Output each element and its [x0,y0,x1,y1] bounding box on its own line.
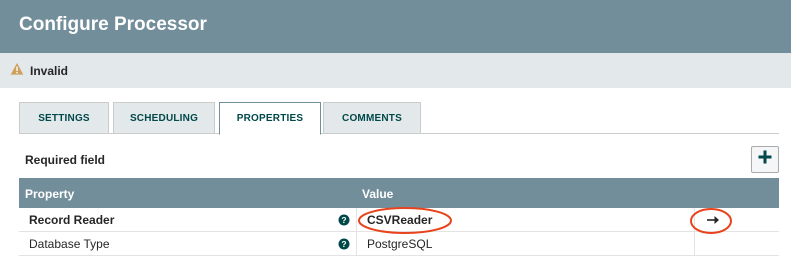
required-field-label: Required field [25,153,106,167]
tab-settings[interactable]: SETTINGS [19,102,109,134]
tab-properties[interactable]: PROPERTIES [219,102,321,135]
table-header: Property Value [19,178,779,208]
property-name: Database Type [29,237,110,251]
action-cell [696,232,779,256]
help-icon[interactable]: ? [338,238,350,250]
column-header-property: Property [25,187,75,201]
warning-icon [10,62,24,76]
tab-divider [19,133,779,134]
highlight-annotation-value [358,207,452,234]
table-row: Database Type ? PostgreSQL [19,232,779,256]
dialog-header: Configure Processor [0,0,791,53]
plus-icon [758,150,772,169]
help-icon[interactable]: ? [338,214,350,226]
svg-text:?: ? [341,239,346,249]
property-value-cell[interactable]: PostgreSQL [358,232,695,256]
tab-comments[interactable]: COMMENTS [323,102,421,134]
highlight-annotation-arrow [690,208,732,234]
property-value: PostgreSQL [367,237,433,251]
property-cell: Database Type ? [19,232,357,256]
validation-status-bar: Invalid [0,53,791,88]
tab-bar: SETTINGS SCHEDULING PROPERTIES COMMENTS [19,102,779,135]
status-text: Invalid [30,64,69,78]
svg-text:?: ? [341,215,346,225]
column-header-value: Value [362,187,394,201]
property-cell: Record Reader ? [19,208,357,232]
property-name: Record Reader [29,213,115,227]
dialog-title: Configure Processor [19,14,207,35]
tab-scheduling[interactable]: SCHEDULING [113,102,215,134]
add-property-button[interactable] [751,146,779,173]
